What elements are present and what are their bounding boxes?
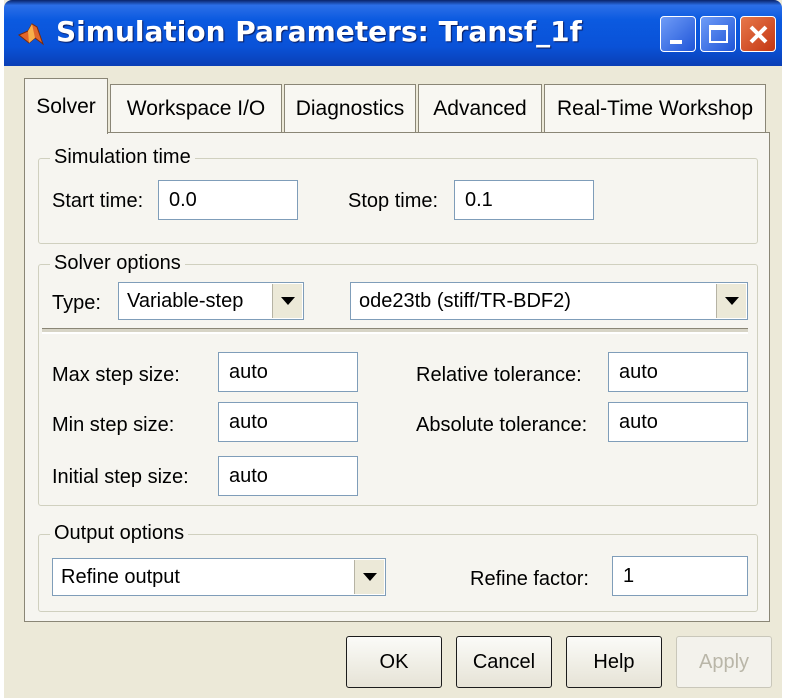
ok-button[interactable]: OK — [346, 636, 442, 688]
solver-select[interactable]: ode23tb (stiff/TR-BDF2) — [350, 282, 748, 320]
solver-options-label: Solver options — [50, 252, 185, 275]
stop-time-input[interactable]: 0.1 — [454, 180, 594, 220]
chevron-down-icon — [725, 297, 739, 305]
matlab-logo-icon[interactable] — [18, 22, 45, 46]
min-step-size-input[interactable]: auto — [218, 402, 358, 442]
output-options-label: Output options — [50, 522, 189, 545]
output-options-dropdown-button[interactable] — [354, 560, 384, 594]
cancel-button[interactable]: Cancel — [456, 636, 552, 688]
tab-diagnostics[interactable]: Diagnostics — [284, 84, 416, 132]
help-button[interactable]: Help — [566, 636, 662, 688]
start-time-label: Start time: — [52, 190, 144, 212]
initial-step-size-label: Initial step size: — [52, 466, 189, 488]
refine-factor-label: Refine factor: — [470, 568, 589, 590]
output-options-value: Refine output — [61, 566, 180, 588]
chevron-down-icon — [281, 297, 295, 305]
tab-workspace-io[interactable]: Workspace I/O — [110, 84, 282, 132]
refine-factor-input[interactable]: 1 — [612, 556, 748, 596]
relative-tolerance-label: Relative tolerance: — [416, 364, 582, 386]
tab-solver[interactable]: Solver — [24, 78, 108, 134]
tab-real-time-workshop[interactable]: Real-Time Workshop — [544, 84, 766, 132]
maximize-button[interactable] — [700, 16, 736, 52]
chevron-down-icon — [363, 573, 377, 581]
close-button[interactable] — [740, 16, 776, 52]
window-title: Simulation Parameters: Transf_1f — [56, 15, 582, 48]
apply-button[interactable]: Apply — [676, 636, 772, 688]
simulation-time-label: Simulation time — [50, 146, 195, 169]
start-time-input[interactable]: 0.0 — [158, 180, 298, 220]
solver-dropdown-button[interactable] — [716, 284, 746, 318]
tab-advanced[interactable]: Advanced — [418, 84, 542, 132]
dialog-window: Simulation Parameters: Transf_1f Solver … — [4, 0, 782, 698]
solver-options-separator — [42, 328, 748, 334]
max-step-size-label: Max step size: — [52, 364, 180, 386]
relative-tolerance-input[interactable]: auto — [608, 352, 748, 392]
absolute-tolerance-label: Absolute tolerance: — [416, 414, 588, 436]
solver-type-value: Variable-step — [127, 290, 244, 312]
output-options-select[interactable]: Refine output — [52, 558, 386, 596]
type-label: Type: — [52, 292, 101, 314]
stop-time-label: Stop time: — [348, 190, 439, 212]
maximize-icon — [709, 25, 728, 43]
solver-type-select[interactable]: Variable-step — [118, 282, 304, 320]
minimize-icon — [670, 40, 682, 44]
absolute-tolerance-input[interactable]: auto — [608, 402, 748, 442]
close-icon — [749, 25, 768, 44]
initial-step-size-input[interactable]: auto — [218, 456, 358, 496]
max-step-size-input[interactable]: auto — [218, 352, 358, 392]
solver-value: ode23tb (stiff/TR-BDF2) — [359, 290, 571, 312]
title-bar[interactable]: Simulation Parameters: Transf_1f — [4, 0, 782, 66]
min-step-size-label: Min step size: — [52, 414, 175, 436]
minimize-button[interactable] — [660, 16, 696, 52]
solver-type-dropdown-button[interactable] — [272, 284, 302, 318]
